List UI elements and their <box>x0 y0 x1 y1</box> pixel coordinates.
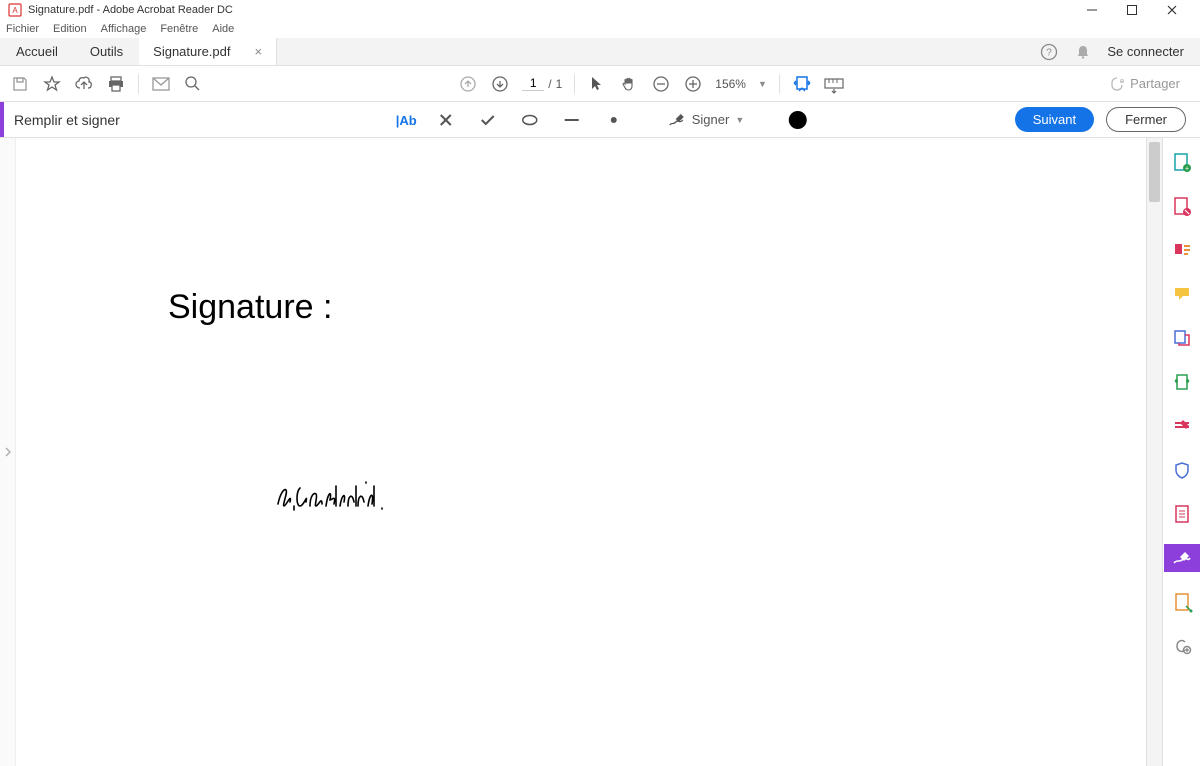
maximize-button[interactable] <box>1112 0 1152 20</box>
sign-in-link[interactable]: Se connecter <box>1107 44 1184 59</box>
close-window-button[interactable] <box>1152 0 1192 20</box>
svg-text:?: ? <box>1047 47 1053 58</box>
print-icon[interactable] <box>106 74 126 94</box>
title-bar: A Signature.pdf - Adobe Acrobat Reader D… <box>0 0 1200 20</box>
x-tool-icon[interactable] <box>436 110 456 130</box>
tool-redact-icon[interactable] <box>1164 412 1200 440</box>
fill-sign-label: Remplir et signer <box>14 112 120 128</box>
menu-aide[interactable]: Aide <box>212 23 234 35</box>
tool-comment-icon[interactable] <box>1164 280 1200 308</box>
hand-icon[interactable] <box>619 74 639 94</box>
mail-icon[interactable] <box>151 74 171 94</box>
share-button[interactable]: + Partager <box>1099 72 1190 96</box>
check-tool-icon[interactable] <box>478 110 498 130</box>
minimize-button[interactable] <box>1072 0 1112 20</box>
document-heading: Signature : <box>168 288 332 327</box>
tool-fill-sign-icon[interactable] <box>1164 544 1200 572</box>
color-picker[interactable] <box>788 111 806 129</box>
search-icon[interactable] <box>183 74 203 94</box>
menu-affichage[interactable]: Affichage <box>101 23 147 35</box>
sign-pen-icon <box>668 112 686 128</box>
tool-create-pdf-icon[interactable]: + <box>1164 148 1200 176</box>
zoom-level[interactable]: 156% <box>715 77 746 91</box>
svg-text:+: + <box>1120 79 1124 85</box>
page-indicator: / 1 <box>522 76 562 91</box>
page-down-icon[interactable] <box>490 74 510 94</box>
fill-sign-accent <box>0 102 4 137</box>
page-up-icon[interactable] <box>458 74 478 94</box>
tool-send-sign-icon[interactable] <box>1164 588 1200 616</box>
tool-export-pdf-icon[interactable] <box>1164 236 1200 264</box>
tool-organize-icon[interactable] <box>1164 324 1200 352</box>
zoom-out-icon[interactable] <box>651 74 671 94</box>
star-icon[interactable] <box>42 74 62 94</box>
fill-sign-bar: Remplir et signer |Ab Signer ▼ Suivant F… <box>0 102 1200 138</box>
window-title: Signature.pdf - Adobe Acrobat Reader DC <box>28 4 233 16</box>
menu-fichier[interactable]: Fichier <box>6 23 39 35</box>
bell-icon[interactable] <box>1073 42 1093 62</box>
content-area: Signature : + <box>0 138 1200 766</box>
next-button[interactable]: Suivant <box>1015 107 1094 132</box>
tool-edit-pdf-icon[interactable] <box>1164 192 1200 220</box>
main-toolbar: / 1 156% ▼ + Partager <box>0 66 1200 102</box>
tab-tools[interactable]: Outils <box>74 38 139 65</box>
page-total: 1 <box>556 77 563 91</box>
tab-home[interactable]: Accueil <box>0 38 74 65</box>
menu-bar: Fichier Edition Affichage Fenêtre Aide <box>0 20 1200 38</box>
menu-edition[interactable]: Edition <box>53 23 87 35</box>
svg-text:A: A <box>12 6 18 15</box>
menu-fenetre[interactable]: Fenêtre <box>160 23 198 35</box>
tool-protect-icon[interactable] <box>1164 456 1200 484</box>
ruler-icon[interactable] <box>824 74 844 94</box>
sign-tool[interactable]: Signer ▼ <box>668 112 745 128</box>
page-current-input[interactable] <box>522 76 544 91</box>
tool-combine-icon[interactable] <box>1164 500 1200 528</box>
document-page[interactable]: Signature : <box>16 138 1146 766</box>
zoom-dropdown-icon[interactable]: ▼ <box>758 79 767 89</box>
fit-width-icon[interactable] <box>792 74 812 94</box>
zoom-in-icon[interactable] <box>683 74 703 94</box>
close-button[interactable]: Fermer <box>1106 107 1186 132</box>
left-panel-toggle[interactable] <box>0 138 16 766</box>
tab-document[interactable]: Signature.pdf × <box>139 38 277 65</box>
pointer-icon[interactable] <box>587 74 607 94</box>
svg-text:|Ab: |Ab <box>396 113 417 128</box>
circle-tool-icon[interactable] <box>520 110 540 130</box>
vertical-scrollbar[interactable] <box>1146 138 1162 766</box>
handwritten-signature <box>274 478 404 518</box>
svg-text:+: + <box>1184 166 1188 173</box>
cloud-upload-icon[interactable] <box>74 74 94 94</box>
text-tool-icon[interactable]: |Ab <box>394 110 414 130</box>
line-tool-icon[interactable] <box>562 110 582 130</box>
app-icon: A <box>8 3 22 17</box>
scrollbar-thumb[interactable] <box>1149 142 1160 202</box>
tool-compress-icon[interactable] <box>1164 368 1200 396</box>
tab-document-label: Signature.pdf <box>153 44 230 59</box>
tab-bar: Accueil Outils Signature.pdf × ? Se conn… <box>0 38 1200 66</box>
save-icon[interactable] <box>10 74 30 94</box>
tool-more-icon[interactable] <box>1164 632 1200 660</box>
dot-tool-icon[interactable] <box>604 110 624 130</box>
help-icon[interactable]: ? <box>1039 42 1059 62</box>
tab-close-icon[interactable]: × <box>255 44 263 59</box>
right-tools-panel: + <box>1162 138 1200 766</box>
